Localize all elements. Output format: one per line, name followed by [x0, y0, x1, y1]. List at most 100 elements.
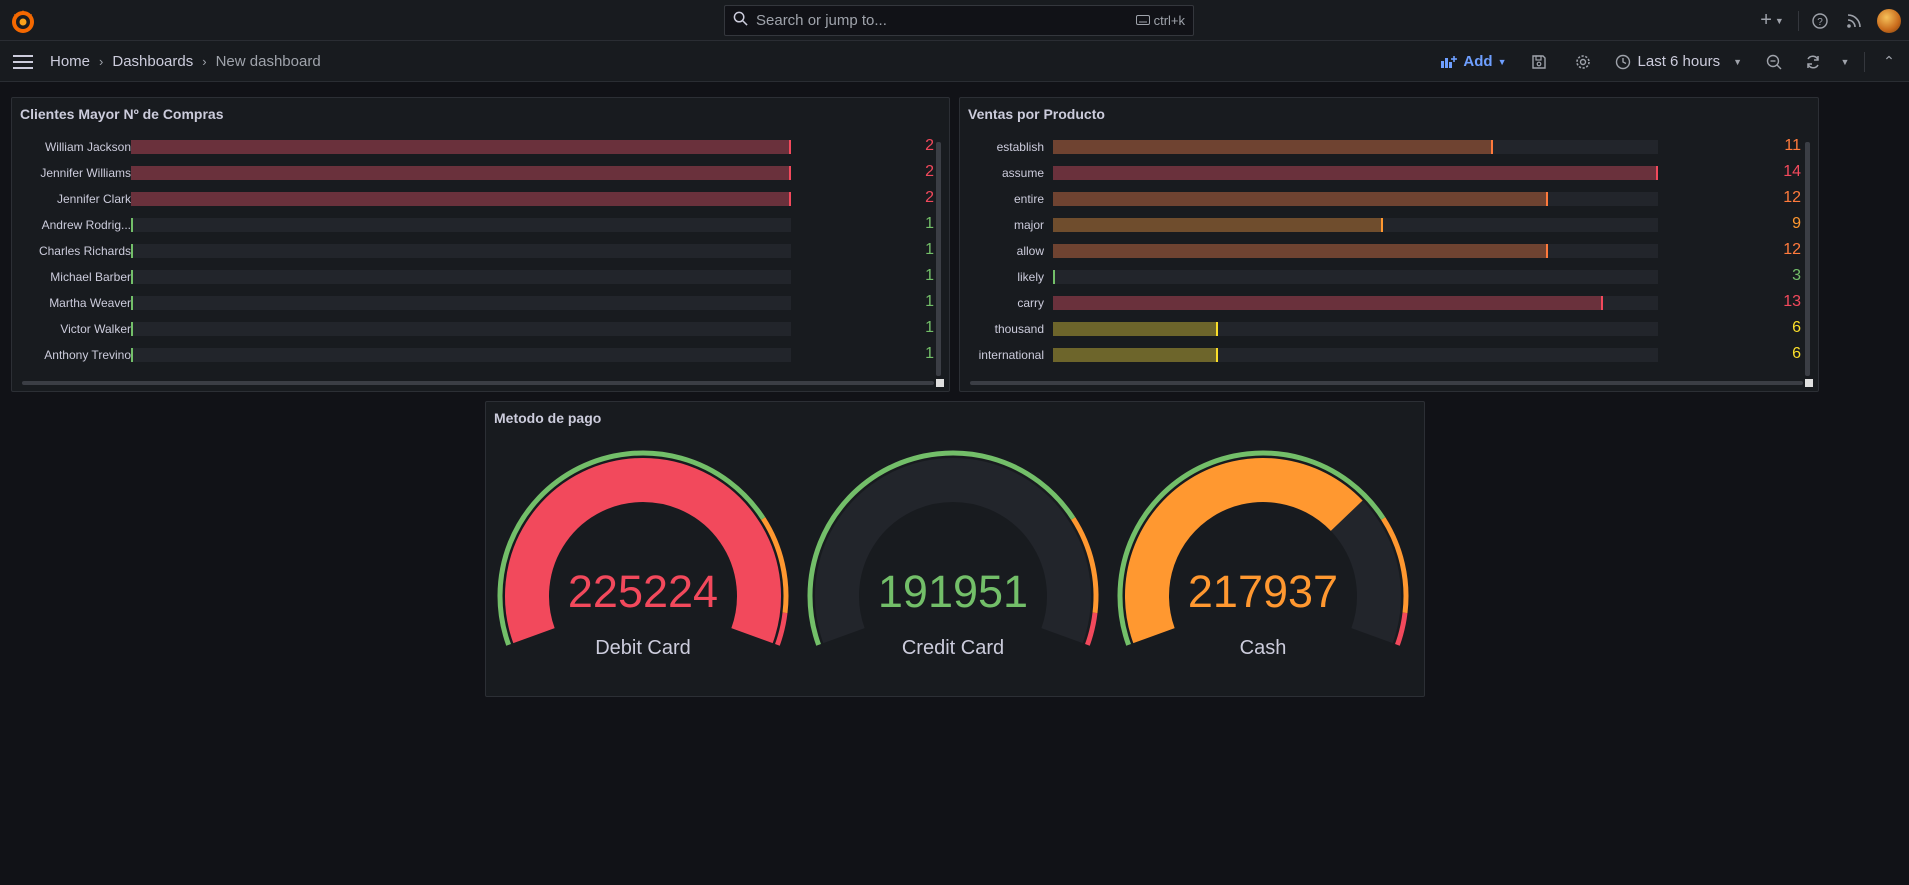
bar-gauge-row: Andrew Rodrig... 1	[12, 212, 934, 238]
keyboard-icon	[1135, 13, 1150, 28]
bar-cap	[1656, 166, 1658, 180]
breadcrumb-current: New dashboard	[215, 53, 321, 70]
search-placeholder: Search or jump to...	[756, 12, 887, 29]
horizontal-scrollbar[interactable]	[970, 381, 1803, 385]
row-value: 1	[925, 345, 934, 362]
help-button[interactable]: ?	[1803, 0, 1837, 41]
bar-track	[131, 296, 791, 310]
bar-gauge-row: Victor Walker 1	[12, 316, 934, 342]
row-value: 1	[925, 241, 934, 258]
chevron-right-icon: ›	[202, 54, 207, 69]
gauge-value: 225224	[567, 566, 719, 617]
bar-track	[131, 218, 791, 232]
bar-cap	[789, 140, 791, 154]
zoom-out-button[interactable]	[1752, 41, 1796, 82]
bar-fill	[131, 218, 133, 232]
zoom-out-icon	[1766, 54, 1782, 69]
bar-fill	[1053, 296, 1603, 310]
bar-cap	[131, 218, 133, 232]
chevron-right-icon: ›	[99, 54, 104, 69]
row-label: major	[1013, 218, 1044, 232]
collapse-header-button[interactable]: ⌃	[1869, 41, 1909, 82]
row-value: 1	[925, 293, 934, 310]
bar-cap	[1546, 192, 1548, 206]
svg-text:?: ?	[1817, 17, 1823, 28]
refresh-interval-button[interactable]: ▼	[1830, 41, 1860, 82]
bar-fill	[131, 140, 791, 154]
row-value: 2	[925, 189, 934, 206]
dashboard-nav-bar: Home › Dashboards › New dashboard Add ▼ …	[0, 41, 1909, 82]
panel-title[interactable]: Ventas por Producto	[968, 106, 1105, 122]
row-label: Martha Weaver	[49, 296, 131, 310]
search-icon	[733, 11, 748, 31]
dashboard-settings-button[interactable]	[1561, 41, 1605, 82]
bar-track	[1053, 296, 1658, 310]
panel-title[interactable]: Metodo de pago	[494, 410, 601, 426]
bar-fill	[1053, 140, 1493, 154]
vertical-scrollbar[interactable]	[936, 142, 941, 376]
new-menu-button[interactable]: + ▼	[1750, 0, 1794, 41]
row-label: likely	[1017, 270, 1044, 284]
news-button[interactable]	[1837, 0, 1871, 41]
gauge: 217937 Cash	[1113, 446, 1413, 686]
gauge: 225224 Debit Card	[493, 446, 793, 686]
bar-track	[1053, 192, 1658, 206]
user-avatar[interactable]	[1877, 8, 1901, 33]
rss-icon	[1847, 13, 1861, 28]
row-value: 3	[1792, 267, 1801, 284]
bar-fill	[131, 270, 133, 284]
row-label: allow	[1016, 244, 1044, 258]
breadcrumb-home[interactable]: Home	[50, 53, 90, 70]
help-icon: ?	[1812, 12, 1828, 29]
plus-icon: +	[1760, 9, 1772, 31]
bar-gauge-row: Michael Barber 1	[12, 264, 934, 290]
add-button-label: Add	[1463, 53, 1493, 70]
bar-track	[131, 348, 791, 362]
breadcrumb-dashboards[interactable]: Dashboards	[112, 53, 193, 70]
bar-track	[1053, 270, 1658, 284]
save-icon	[1531, 54, 1546, 69]
bar-track	[131, 244, 791, 258]
row-value: 1	[925, 319, 934, 336]
grafana-logo-icon[interactable]	[10, 8, 36, 34]
row-value: 12	[1783, 189, 1801, 206]
save-dashboard-button[interactable]	[1517, 41, 1561, 82]
clientes-panel: Clientes Mayor Nº de Compras William Jac…	[11, 97, 950, 392]
bar-fill	[131, 244, 133, 258]
row-label: thousand	[994, 322, 1044, 336]
bar-track	[131, 322, 791, 336]
bar-gauge-row: international 6	[960, 342, 1801, 368]
bar-cap	[1381, 218, 1383, 232]
row-value: 2	[925, 137, 934, 154]
refresh-button[interactable]	[1796, 41, 1830, 82]
time-range-picker[interactable]: Last 6 hours ▼	[1615, 53, 1742, 70]
bar-track	[1053, 218, 1658, 232]
clock-icon	[1615, 54, 1630, 69]
row-label: Andrew Rodrig...	[41, 218, 131, 232]
bar-fill	[131, 322, 133, 336]
vertical-scrollbar[interactable]	[1805, 142, 1810, 376]
bar-track	[131, 140, 791, 154]
bar-fill	[131, 192, 791, 206]
panel-title[interactable]: Clientes Mayor Nº de Compras	[20, 106, 224, 122]
bar-fill	[1053, 270, 1055, 284]
metodo-pago-panel: Metodo de pago 225224 Debit Card 191951 Cre…	[485, 401, 1425, 697]
chevron-down-icon: ▼	[1774, 15, 1784, 26]
add-panel-icon	[1441, 55, 1458, 68]
chevron-down-icon: ▼	[1497, 56, 1507, 67]
keyboard-shortcut: ctrl+k	[1135, 13, 1185, 28]
search-input[interactable]: Search or jump to... ctrl+k	[724, 5, 1194, 36]
row-value: 12	[1783, 241, 1801, 258]
bar-track	[131, 270, 791, 284]
bar-gauge-row: assume 14	[960, 160, 1801, 186]
horizontal-scrollbar[interactable]	[22, 381, 934, 385]
bar-gauge-row: entire 12	[960, 186, 1801, 212]
bar-track	[1053, 244, 1658, 258]
bar-track	[131, 192, 791, 206]
add-button[interactable]: Add ▼	[1440, 53, 1507, 70]
bar-gauge-row: Charles Richards 1	[12, 238, 934, 264]
bar-gauge-row: Jennifer Clark 2	[12, 186, 934, 212]
row-value: 1	[925, 215, 934, 232]
row-label: Anthony Trevino	[44, 348, 131, 362]
menu-toggle-button[interactable]	[12, 52, 34, 72]
